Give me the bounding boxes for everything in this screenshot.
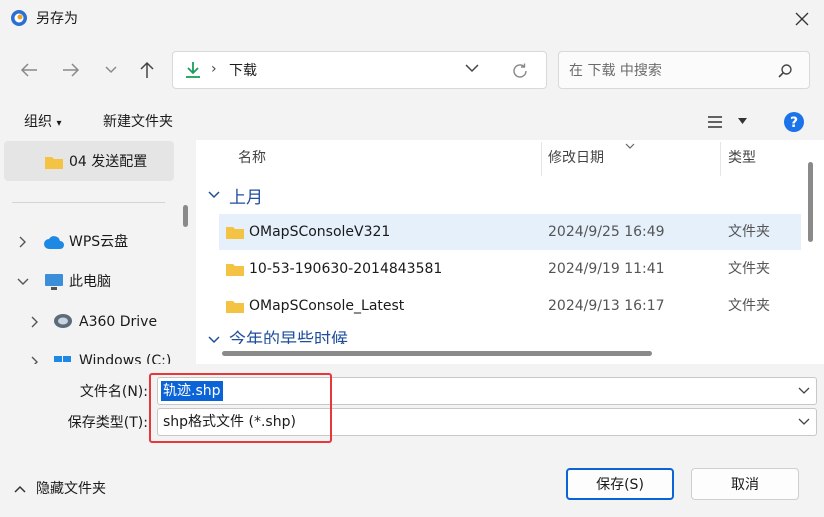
back-button[interactable] (14, 55, 44, 85)
scrollbar-thumb[interactable] (183, 205, 188, 227)
chevron-right-icon (31, 356, 38, 364)
horizontal-scrollbar-thumb[interactable] (222, 351, 652, 356)
recent-locations-button[interactable] (96, 55, 126, 85)
address-dropdown-button[interactable] (465, 64, 479, 73)
svg-text:?: ? (790, 115, 798, 131)
help-button[interactable]: ? (783, 111, 805, 133)
column-header-type[interactable]: 类型 (728, 148, 756, 168)
refresh-icon (513, 63, 527, 78)
file-type: 文件夹 (728, 261, 770, 277)
app-icon (10, 9, 28, 27)
file-modified: 2024/9/25 16:49 (548, 224, 665, 240)
save-button[interactable]: 保存(S) (566, 468, 674, 500)
list-view-icon (708, 116, 722, 128)
group-header-last-month[interactable]: 上月 (229, 187, 263, 209)
group-collapse-button[interactable] (208, 336, 220, 344)
chevron-down-icon (208, 336, 220, 344)
title-bar: 另存为 (0, 0, 824, 38)
arrow-left-icon (20, 63, 37, 77)
file-name: 10-53-190630-2014843581 (249, 261, 443, 277)
hide-folders-toggle[interactable] (14, 479, 26, 493)
download-icon (185, 61, 201, 79)
nav-item-a360-drive[interactable]: A360 Drive (79, 312, 157, 332)
arrow-right-icon (63, 63, 80, 77)
forward-button[interactable] (56, 55, 86, 85)
expand-a360-button[interactable] (31, 316, 39, 328)
vertical-scrollbar-thumb[interactable] (808, 162, 813, 242)
chevron-right-icon (19, 236, 26, 248)
folder-icon (44, 154, 64, 170)
file-type: 文件夹 (728, 298, 770, 314)
nav-item-send-config[interactable]: 04 发送配置 (69, 152, 147, 172)
breadcrumb-downloads[interactable]: 下载 (229, 61, 257, 81)
expand-wps-button[interactable] (19, 236, 27, 248)
hide-folders-label[interactable]: 隐藏文件夹 (36, 479, 106, 499)
chevron-down-icon (625, 143, 635, 149)
sort-indicator (625, 143, 635, 149)
divider (12, 202, 165, 203)
refresh-button[interactable] (511, 62, 529, 80)
view-mode-dropdown[interactable] (738, 118, 747, 124)
filetype-dropdown[interactable] (798, 418, 810, 426)
column-separator[interactable] (541, 142, 542, 176)
cancel-button[interactable]: 取消 (691, 468, 799, 500)
folder-icon (225, 298, 245, 314)
file-row[interactable]: OMapSConsole_Latest 2024/9/13 16:17 文件夹 (219, 288, 801, 324)
organize-menu[interactable]: 组织 ▾ (24, 112, 61, 134)
file-modified: 2024/9/13 16:17 (548, 298, 665, 314)
caret-down-icon: ▾ (56, 118, 62, 129)
up-button[interactable] (132, 55, 162, 85)
folder-icon (225, 224, 245, 240)
column-header-modified[interactable]: 修改日期 (548, 148, 604, 168)
chevron-down-icon (465, 64, 479, 73)
close-button[interactable] (780, 0, 824, 38)
search-placeholder: 在 下载 中搜索 (569, 63, 662, 79)
breadcrumb-separator: › (211, 61, 217, 77)
computer-icon (44, 273, 64, 291)
column-separator[interactable] (720, 142, 721, 176)
collapse-this-pc-button[interactable] (17, 278, 29, 286)
chevron-down-icon (798, 418, 810, 425)
filename-label: 文件名(N): (79, 384, 148, 400)
window-title: 另存为 (36, 11, 78, 27)
address-bar[interactable]: › 下载 (172, 51, 547, 89)
search-icon (777, 63, 793, 79)
close-icon (795, 12, 809, 26)
chevron-down-icon (208, 191, 220, 199)
file-row[interactable]: OMapSConsoleV321 2024/9/25 16:49 文件夹 (219, 214, 801, 250)
filetype-label: 保存类型(T): (67, 415, 148, 431)
file-modified: 2024/9/19 11:41 (548, 261, 665, 277)
chevron-right-icon (31, 316, 38, 328)
annotation-highlight-box (149, 373, 332, 443)
group-header-earlier-clip: 今年的早些时候 (196, 326, 804, 346)
new-folder-button[interactable]: 新建文件夹 (103, 112, 173, 132)
search-box[interactable]: 在 下载 中搜索 (558, 51, 810, 89)
caret-down-icon (738, 118, 747, 124)
folder-icon (225, 261, 245, 277)
arrow-up-icon (140, 61, 154, 78)
column-header-name[interactable]: 名称 (238, 148, 266, 168)
help-icon: ? (784, 112, 804, 132)
chevron-down-icon (17, 278, 29, 285)
expand-windows-c-button[interactable] (31, 356, 39, 364)
chevron-down-icon (105, 66, 117, 74)
view-mode-button[interactable] (707, 115, 723, 129)
file-name: OMapSConsole_Latest (249, 298, 405, 314)
nav-item-this-pc[interactable]: 此电脑 (69, 272, 111, 292)
chevron-down-icon (798, 387, 810, 394)
group-collapse-button[interactable] (208, 191, 220, 199)
a360-drive-icon (53, 312, 73, 330)
drive-icon (53, 352, 73, 364)
nav-item-windows-c[interactable]: Windows (C:) (79, 351, 171, 364)
nav-item-wps-cloud[interactable]: WPS云盘 (69, 232, 128, 252)
file-row[interactable]: 10-53-190630-2014843581 2024/9/19 11:41 … (219, 251, 801, 287)
file-type: 文件夹 (728, 224, 770, 240)
chevron-up-icon (14, 485, 26, 493)
filename-history-dropdown[interactable] (798, 387, 810, 395)
nav-item-windows-c-clip: Windows (C:) (0, 340, 194, 364)
file-name: OMapSConsoleV321 (249, 224, 391, 240)
cloud-icon (43, 234, 65, 250)
